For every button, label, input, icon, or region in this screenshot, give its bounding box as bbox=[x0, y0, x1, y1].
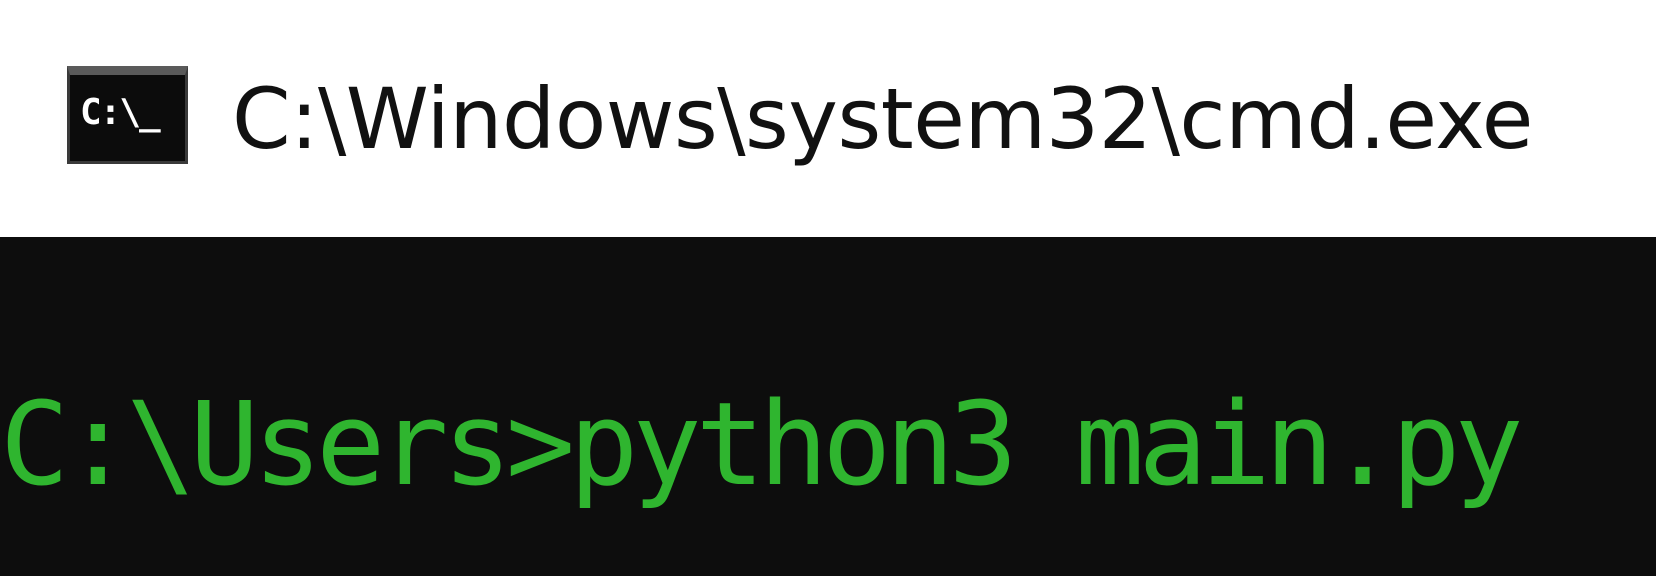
window-title: C:\Windows\system32\cmd.exe bbox=[232, 70, 1533, 168]
cmd-window: C:\_ C:\Windows\system32\cmd.exe C:\User… bbox=[0, 0, 1656, 576]
console-prompt: C:\Users> bbox=[0, 378, 575, 512]
command-prompt-icon[interactable]: C:\_ bbox=[67, 66, 188, 164]
console-command: python3 main.py bbox=[569, 378, 1524, 512]
console-line: C:\Users>python3 main.py bbox=[0, 385, 1524, 505]
command-prompt-icon-label: C:\_ bbox=[80, 92, 161, 133]
console-output[interactable]: C:\Users>python3 main.py bbox=[0, 237, 1656, 576]
title-bar[interactable]: C:\_ C:\Windows\system32\cmd.exe bbox=[0, 0, 1656, 237]
